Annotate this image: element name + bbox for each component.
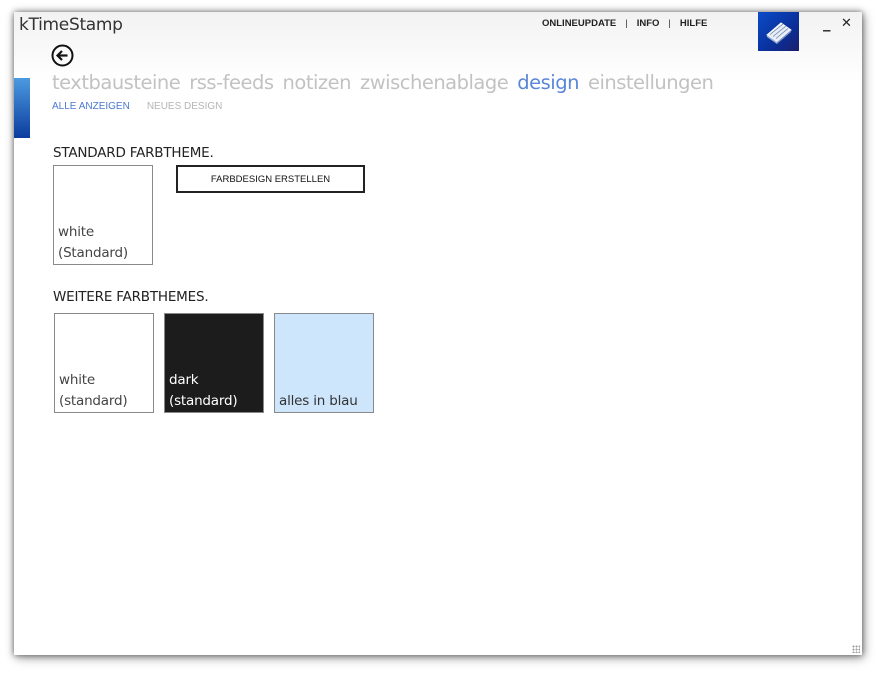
tab-design[interactable]: design	[517, 71, 579, 94]
resize-grip[interactable]	[852, 645, 860, 653]
link-separator: |	[668, 18, 671, 29]
minimize-button[interactable]: _	[823, 14, 831, 32]
theme-tile-standard-white[interactable]: white (Standard)	[53, 165, 153, 265]
accent-bar	[14, 78, 30, 138]
theme-tile-label: alles in blau	[279, 393, 358, 409]
close-button[interactable]: ✕	[841, 16, 852, 31]
app-title: kTimeStamp	[19, 15, 123, 35]
tab-zwischenablage[interactable]: zwischenablage	[360, 71, 509, 94]
more-section-title: WEITERE FARBTHEMES.	[53, 289, 209, 305]
theme-tile-dark[interactable]: dark (standard)	[164, 313, 264, 413]
top-links: ONLINEUPDATE | INFO | HILFE	[542, 18, 707, 29]
tab-notizen[interactable]: notizen	[283, 71, 352, 94]
standard-section-title: STANDARD FARBTHEME.	[53, 145, 214, 161]
tab-rss-feeds[interactable]: rss-feeds	[189, 71, 274, 94]
theme-tile-alles-in-blau[interactable]: alles in blau	[274, 313, 374, 413]
tab-textbausteine[interactable]: textbausteine	[52, 71, 181, 94]
arrow-left-circle-icon[interactable]	[51, 44, 74, 67]
subnav-neues-design[interactable]: NEUES DESIGN	[147, 101, 223, 112]
hilfe-link[interactable]: HILFE	[680, 18, 707, 29]
theme-tile-label: white (Standard)	[58, 224, 128, 261]
info-link[interactable]: INFO	[637, 18, 660, 29]
sub-nav: ALLE ANZEIGEN NEUES DESIGN	[52, 101, 239, 112]
link-separator: |	[625, 18, 628, 29]
app-window: kTimeStamp ONLINEUPDATE | INFO | HILFE _…	[14, 12, 862, 655]
subnav-alle-anzeigen[interactable]: ALLE ANZEIGEN	[52, 101, 130, 112]
keyboard-app-icon	[758, 12, 799, 51]
create-color-design-button[interactable]: FARBDESIGN ERSTELLEN	[176, 165, 365, 193]
main-nav: textbausteine rss-feeds notizen zwischen…	[52, 71, 722, 94]
tab-einstellungen[interactable]: einstellungen	[588, 71, 714, 94]
onlineupdate-link[interactable]: ONLINEUPDATE	[542, 18, 616, 29]
theme-tile-label: dark (standard)	[169, 372, 238, 409]
theme-tile-label: white (standard)	[59, 372, 128, 409]
theme-tile-white[interactable]: white (standard)	[54, 313, 154, 413]
